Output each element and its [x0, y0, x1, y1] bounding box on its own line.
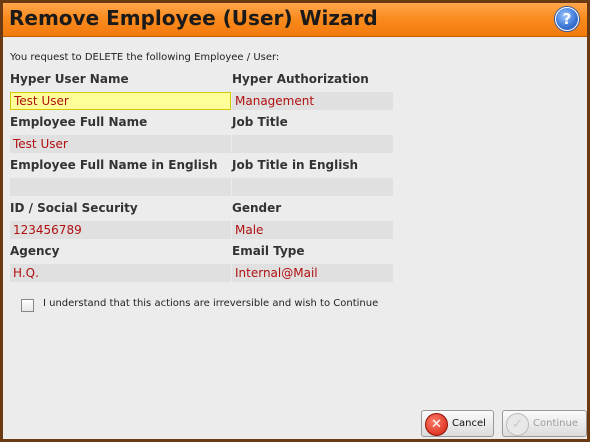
gender-field: Male — [232, 221, 393, 239]
hyper-user-name-field[interactable]: Test User — [10, 92, 231, 110]
remove-employee-wizard-window: Remove Employee (User) Wizard ? You requ… — [0, 0, 590, 442]
agency-label: Agency — [10, 244, 60, 258]
employee-full-name-english-label: Employee Full Name in English — [10, 158, 218, 172]
confirm-checkbox[interactable] — [21, 299, 34, 312]
intro-text: You request to DELETE the following Empl… — [10, 52, 280, 63]
hyper-authorization-field: Management — [232, 92, 393, 110]
job-title-english-field — [232, 178, 393, 196]
id-social-security-field: 123456789 — [10, 221, 231, 239]
confirm-checkbox-label[interactable]: I understand that this actions are irrev… — [43, 298, 378, 309]
email-type-field: Internal@Mail — [232, 264, 393, 282]
employee-full-name-field: Test User — [10, 135, 231, 153]
hyper-user-name-label: Hyper User Name — [10, 72, 129, 86]
email-type-label: Email Type — [232, 244, 305, 258]
continue-button[interactable]: ✓ Continue — [502, 410, 587, 437]
cancel-button-label: Cancel — [452, 418, 486, 429]
continue-button-label: Continue — [533, 418, 578, 429]
job-title-label: Job Title — [232, 115, 288, 129]
check-icon: ✓ — [506, 413, 529, 436]
agency-field: H.Q. — [10, 264, 231, 282]
title-bar: Remove Employee (User) Wizard ? — [3, 3, 587, 37]
cancel-icon: ✕ — [425, 413, 448, 436]
window-title: Remove Employee (User) Wizard — [9, 6, 378, 30]
job-title-field — [232, 135, 393, 153]
employee-full-name-label: Employee Full Name — [10, 115, 148, 129]
help-icon[interactable]: ? — [555, 7, 579, 31]
cancel-button[interactable]: ✕ Cancel — [421, 410, 494, 437]
job-title-english-label: Job Title in English — [232, 158, 359, 172]
id-social-security-label: ID / Social Security — [10, 201, 138, 215]
employee-full-name-english-field — [10, 178, 231, 196]
hyper-authorization-label: Hyper Authorization — [232, 72, 369, 86]
gender-label: Gender — [232, 201, 282, 215]
